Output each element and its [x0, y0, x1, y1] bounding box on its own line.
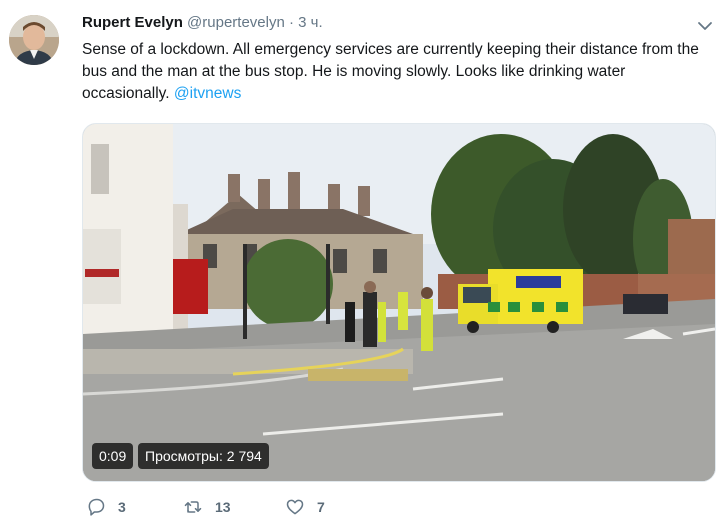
chevron-down-icon[interactable]: [696, 17, 714, 35]
author-handle[interactable]: @rupertevelyn: [187, 14, 285, 31]
video-player[interactable]: [82, 123, 716, 482]
video-duration-badge: 0:09: [92, 443, 134, 469]
separator-dot: ·: [289, 14, 294, 31]
retweet-count: 13: [215, 499, 231, 515]
video-views-badge: Просмотры: 2 794: [138, 443, 269, 469]
tweet-actions: 3 13 7: [0, 497, 725, 519]
tweet-timestamp[interactable]: 3 ч.: [298, 14, 323, 31]
tweet-header: Rupert Evelyn @rupertevelyn · 3 ч.: [82, 14, 323, 31]
retweet-icon: [184, 501, 202, 513]
heart-icon: [286, 499, 304, 515]
reply-count: 3: [118, 499, 126, 515]
author-name[interactable]: Rupert Evelyn: [82, 14, 183, 31]
like-count: 7: [317, 499, 325, 515]
tweet-text: Sense of a lockdown. All emergency servi…: [82, 39, 702, 105]
avatar[interactable]: [9, 15, 59, 65]
reply-button[interactable]: 3: [86, 497, 126, 517]
retweet-button[interactable]: 13: [183, 497, 231, 517]
avatar-image: [9, 15, 59, 65]
mention-link[interactable]: @itvnews: [174, 85, 241, 102]
like-button[interactable]: 7: [285, 497, 325, 517]
video-frame: [83, 124, 715, 481]
reply-icon: [88, 498, 105, 516]
